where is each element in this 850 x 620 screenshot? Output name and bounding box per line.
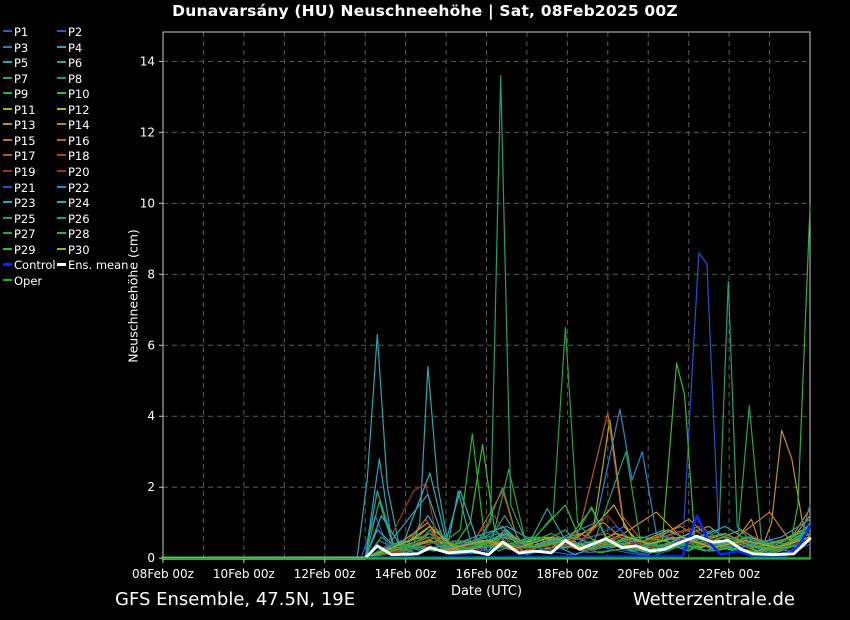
x-tick-label: 08Feb 00z: [132, 567, 194, 581]
footer-model-info: GFS Ensemble, 47.5N, 19E: [115, 589, 355, 610]
x-tick-label: 20Feb 00z: [617, 567, 679, 581]
y-tick-label: 4: [147, 409, 155, 423]
footer-site-credit: Wetterzentrale.de: [633, 589, 795, 610]
y-tick-label: 6: [147, 338, 155, 352]
x-tick-label: 22Feb 00z: [698, 567, 760, 581]
axis-ticks: [159, 61, 729, 563]
x-tick-label: 12Feb 00z: [294, 567, 356, 581]
gridlines: [163, 32, 810, 559]
x-tick-label: 10Feb 00z: [213, 567, 275, 581]
y-axis-label: Neuschneehöhe (cm): [126, 229, 141, 363]
weather-ensemble-chart-page: Dunavarsány (HU) Neuschneehöhe | Sat, 08…: [0, 0, 850, 620]
y-tick-label: 10: [140, 196, 155, 210]
x-tick-label: 14Feb 00z: [375, 567, 437, 581]
series-line-p27: [163, 328, 810, 559]
x-tick-label: 16Feb 00z: [456, 567, 518, 581]
y-tick-label: 2: [147, 480, 155, 494]
x-tick-label: 18Feb 00z: [536, 567, 598, 581]
y-tick-label: 12: [140, 125, 155, 139]
y-tick-label: 14: [140, 54, 155, 68]
y-tick-label: 0: [147, 551, 155, 565]
y-tick-label: 8: [147, 267, 155, 281]
